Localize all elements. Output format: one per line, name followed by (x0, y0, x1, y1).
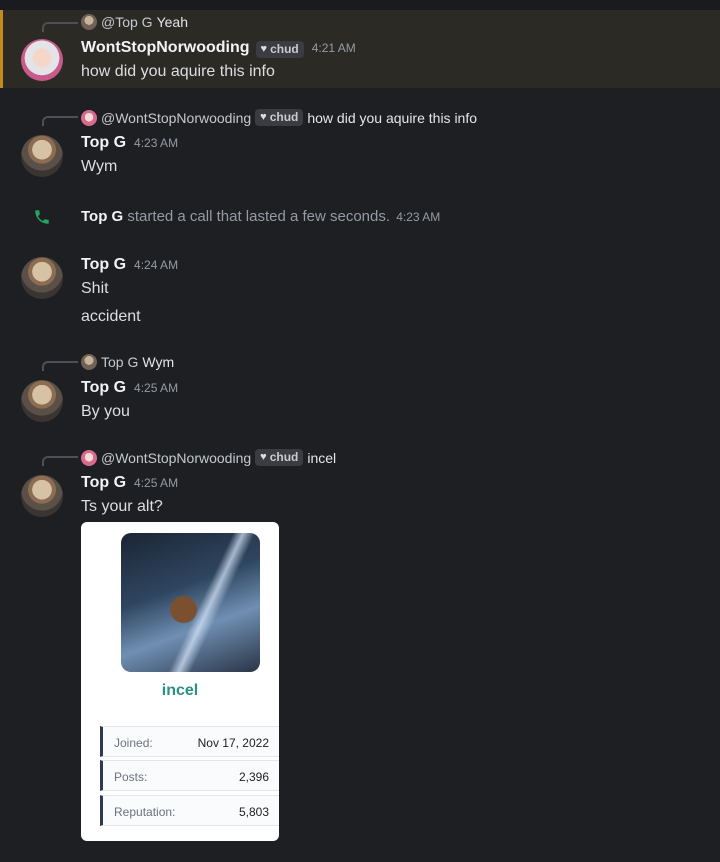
reply-connector (42, 456, 78, 466)
reply-avatar (81, 109, 97, 126)
reply-text: how did you aquire this info (307, 109, 478, 126)
phone-icon (35, 210, 49, 224)
stat-label: Posts: (114, 770, 148, 784)
heart-icon: ♥ (260, 43, 268, 55)
timestamp: 4:21 AM (311, 41, 356, 55)
avatar[interactable] (21, 380, 63, 422)
timestamp: 4:24 AM (134, 258, 179, 272)
message-highlighted[interactable]: @Top G Yeah WontStopNorwooding ♥ chud 4:2… (0, 10, 720, 88)
heart-icon: ♥ (260, 111, 267, 123)
reply-preview[interactable]: @Top G Yeah (81, 14, 188, 30)
message-header: WontStopNorwooding ♥ chud 4:21 AM (81, 39, 356, 58)
avatar[interactable] (21, 257, 63, 299)
reply-text: incel (307, 449, 337, 466)
stat-value: 2,396 (238, 770, 269, 784)
stat-value: Nov 17, 2022 (197, 736, 269, 750)
call-system-message: Top G started a call that lasted a few s… (81, 208, 440, 225)
guild-tag[interactable]: ♥ chud (255, 449, 304, 466)
reply-author[interactable]: @WontStopNorwooding (101, 450, 251, 466)
reply-avatar (81, 354, 97, 370)
reply-author[interactable]: Top G (101, 354, 138, 370)
reply-preview[interactable]: @WontStopNorwooding ♥ chud incel (81, 449, 336, 466)
author-name[interactable]: Top G (81, 256, 126, 274)
reply-preview[interactable]: @WontStopNorwooding ♥ chud how did you aq… (81, 109, 477, 126)
reply-connector (42, 116, 78, 126)
reply-preview[interactable]: Top G Wym (81, 354, 174, 370)
tag-label: chud (269, 110, 299, 124)
message-header: Top G 4:23 AM (81, 134, 178, 152)
message-header: Top G 4:25 AM (81, 379, 178, 397)
message-text: By you (81, 403, 130, 420)
avatar[interactable] (21, 39, 63, 81)
reply-author[interactable]: @Top G (101, 14, 153, 30)
profile-image[interactable] (121, 533, 260, 672)
reply-text: Yeah (156, 14, 188, 30)
author-name[interactable]: Top G (81, 379, 126, 397)
reply-connector (42, 22, 78, 32)
reply-author[interactable]: @WontStopNorwooding (101, 110, 251, 126)
message-text: accident (81, 308, 141, 325)
tag-label: chud (270, 42, 299, 56)
reply-connector (42, 361, 78, 371)
message-header: Top G 4:25 AM (81, 474, 178, 492)
reply-avatar (81, 449, 97, 466)
author-name[interactable]: Top G (81, 134, 126, 152)
call-text: started a call that lasted a few seconds… (127, 208, 391, 225)
message-text: Wym (81, 158, 118, 175)
reply-text: Wym (142, 354, 175, 370)
timestamp: 4:25 AM (134, 381, 179, 395)
stat-reputation: Reputation: 5,803 (100, 795, 279, 826)
guild-tag[interactable]: ♥ chud (255, 41, 304, 58)
heart-icon: ♥ (260, 451, 267, 463)
stat-posts: Posts: 2,396 (100, 760, 279, 791)
message-text: Shit (81, 280, 109, 297)
guild-tag[interactable]: ♥ chud (255, 109, 304, 126)
stat-label: Joined: (114, 736, 153, 750)
stat-label: Reputation: (114, 805, 176, 819)
avatar[interactable] (21, 135, 63, 177)
message-header: Top G 4:24 AM (81, 256, 178, 274)
stat-value: 5,803 (238, 805, 269, 819)
top-edge (0, 0, 720, 10)
author-name[interactable]: Top G (81, 474, 126, 492)
author-name[interactable]: WontStopNorwooding (81, 39, 250, 57)
stat-joined: Joined: Nov 17, 2022 (100, 726, 279, 757)
timestamp: 4:25 AM (134, 476, 179, 490)
embed-title[interactable]: incel (81, 682, 279, 700)
timestamp: 4:23 AM (134, 136, 179, 150)
reply-avatar (81, 14, 97, 30)
avatar[interactable] (21, 475, 63, 517)
message-text: Ts your alt? (81, 498, 163, 515)
author-name[interactable]: Top G (81, 208, 123, 225)
message-text: how did you aquire this info (81, 63, 275, 80)
tag-label: chud (269, 450, 299, 464)
profile-embed-card[interactable]: incel Joined: Nov 17, 2022 Posts: 2,396 … (81, 522, 279, 841)
timestamp: 4:23 AM (396, 210, 441, 224)
